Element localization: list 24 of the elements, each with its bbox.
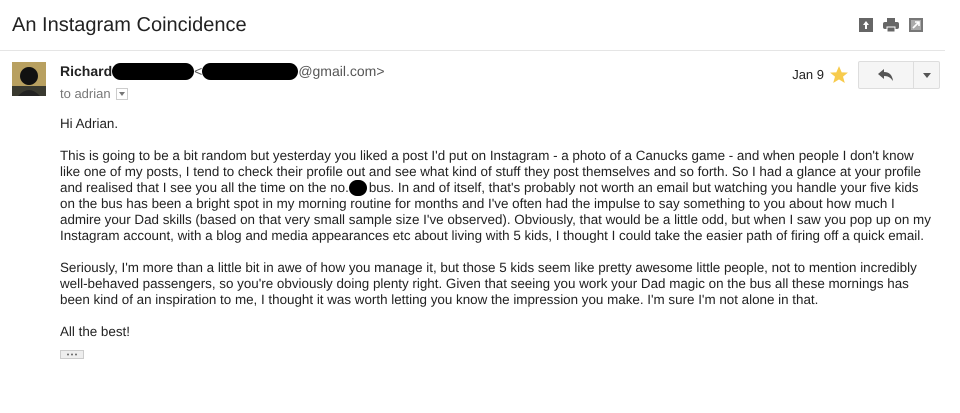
details-dropdown[interactable]	[116, 88, 128, 100]
email-paragraph: Seriously, I'm more than a little bit in awe of how you manage it, but those 5 kids seem like pretty awesome little people, not to mention incredibly well-behaved passengers, so you're obviously doing plenty right. Given that seeing you work your Dad magic on the bus all these mornings has been kind of an inspiration to me, I thought it was worth letting you know the impression you make. I'm sure I'm not alone in that.	[60, 260, 918, 308]
signoff: All the best!	[60, 324, 131, 340]
email-subject: An Instagram Coincidence	[12, 13, 247, 38]
archive-icon[interactable]	[859, 18, 873, 32]
recipient-label: to adrian	[60, 85, 111, 103]
show-trimmed-button[interactable]	[60, 350, 84, 359]
ellipsis-icon	[66, 352, 78, 356]
email-paragraph: This is going to be a bit random but yesterday you liked a post I'd put on Instagram - a photo of a Canucks game - and when people I don't know like one of my posts, I tend to check their profile out and see what kind of stuff they post themselves and so forth. So I had a glance at your profile and realised that I see you all the time on the no. bus. In and of itself, that's probably not worth an email but watching you handle your five kids on the bus has been a bright spot in my morning routine for months and I've often had the impulse to say something to you about how much I admire your Dad skills (based on that very small sample size I've observed). Obviously, that would be a little odd, but when I saw you pop up on my Instagram account, with a blog and media appearances etc about living with 5 kids, I thought I could take the easier path of firing off a quick email.	[60, 148, 932, 244]
redaction-mark	[348, 180, 367, 196]
star-icon[interactable]	[830, 66, 848, 84]
reply-icon	[878, 69, 894, 81]
email-bracket: <	[194, 62, 202, 81]
more-button[interactable]	[914, 61, 940, 89]
avatar	[12, 62, 46, 96]
email-domain: @gmail.com>	[298, 62, 384, 81]
email-date: Jan 9	[792, 66, 824, 84]
reply-button[interactable]	[858, 61, 914, 89]
caret-icon	[118, 92, 125, 96]
sender-name: Richard	[60, 62, 112, 81]
greeting: Hi Adrian.	[60, 116, 120, 132]
print-icon[interactable]	[883, 18, 899, 32]
new-window-icon[interactable]	[909, 18, 923, 32]
caret-icon	[922, 72, 930, 78]
